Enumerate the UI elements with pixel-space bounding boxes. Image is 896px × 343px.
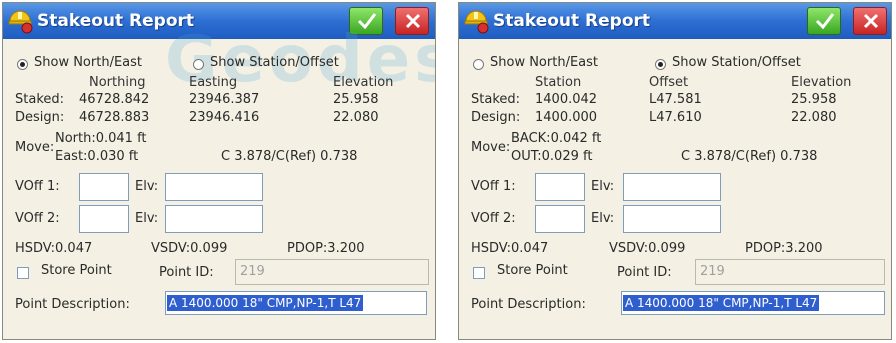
design-value-1: 46728.883 <box>79 110 150 125</box>
app-logo-icon <box>8 10 33 34</box>
elv2-input[interactable] <box>623 205 721 233</box>
move-line-2: OUT:0.029 ft <box>511 149 593 164</box>
c-ref-value: C 3.878/C(Ref) 0.738 <box>681 149 818 164</box>
design-value-3: 22.080 <box>791 110 837 125</box>
store-point-label: Store Point <box>497 263 568 278</box>
point-id-label: Point ID: <box>617 265 672 280</box>
store-point-label: Store Point <box>41 263 112 278</box>
radio-show-station-offset[interactable] <box>193 59 204 70</box>
store-point-checkbox[interactable] <box>17 267 29 279</box>
point-id-label: Point ID: <box>159 265 214 280</box>
staked-value-3: 25.958 <box>333 92 379 107</box>
radio-label-station-offset: Show Station/Offset <box>672 55 801 70</box>
column-header-2: Offset <box>649 75 689 90</box>
point-id-field[interactable]: 219 <box>235 259 429 285</box>
point-id-value: 219 <box>700 264 725 279</box>
voff1-input[interactable] <box>535 173 585 201</box>
point-description-selected-text: A 1400.000 18" CMP,NP-1,T L47 <box>167 295 364 311</box>
column-header-3: Elevation <box>791 75 852 90</box>
stakeout-report-window-north-east: Stakeout Report Geodesical Show North/Ea… <box>2 2 436 340</box>
staked-value-1: 1400.042 <box>535 92 598 107</box>
elv1-label: Elv: <box>591 179 615 194</box>
pdop-value: PDOP:3.200 <box>287 241 365 256</box>
ok-button[interactable] <box>807 7 841 35</box>
point-description-label: Point Description: <box>471 297 586 312</box>
voff2-input[interactable] <box>535 205 585 233</box>
elv1-label: Elv: <box>135 179 159 194</box>
radio-label-north-east: Show North/East <box>34 55 142 70</box>
c-ref-value: C 3.878/C(Ref) 0.738 <box>221 149 358 164</box>
close-icon <box>863 13 879 29</box>
move-label: Move: <box>471 140 511 155</box>
staked-value-3: 25.958 <box>791 92 837 107</box>
hsdv-value: HSDV:0.047 <box>471 241 549 256</box>
move-line-1: BACK:0.042 ft <box>511 131 602 146</box>
staked-label: Staked: <box>15 92 65 107</box>
voff2-label: VOff 2: <box>15 211 60 226</box>
staked-value-1: 46728.842 <box>79 92 150 107</box>
column-header-3: Elevation <box>333 75 394 90</box>
radio-label-station-offset: Show Station/Offset <box>210 55 339 70</box>
store-point-checkbox[interactable] <box>473 267 485 279</box>
design-value-2: 23946.416 <box>189 110 260 125</box>
staked-value-2: L47.581 <box>649 92 702 107</box>
radio-show-north-east[interactable] <box>17 59 28 70</box>
voff1-label: VOff 1: <box>471 179 516 194</box>
voff1-label: VOff 1: <box>15 179 60 194</box>
stakeout-report-window-station-offset: Stakeout Report Show North/East Show Sta… <box>458 2 892 340</box>
title-bar: Stakeout Report <box>459 3 891 39</box>
move-line-1: North:0.041 ft <box>55 131 147 146</box>
voff2-label: VOff 2: <box>471 211 516 226</box>
voff2-input[interactable] <box>79 205 129 233</box>
point-description-label: Point Description: <box>15 297 130 312</box>
window-title: Stakeout Report <box>493 11 651 31</box>
hsdv-value: HSDV:0.047 <box>15 241 93 256</box>
radio-show-north-east[interactable] <box>473 59 484 70</box>
voff1-input[interactable] <box>79 173 129 201</box>
design-value-3: 22.080 <box>333 110 379 125</box>
elv1-input[interactable] <box>165 173 263 201</box>
close-button[interactable] <box>853 7 887 35</box>
design-value-1: 1400.000 <box>535 110 598 125</box>
app-logo-icon <box>464 10 489 34</box>
point-description-selected-text: A 1400.000 18" CMP,NP-1,T L47 <box>623 295 820 311</box>
staked-label: Staked: <box>471 92 521 107</box>
vsdv-value: VSDV:0.099 <box>609 241 686 256</box>
column-header-2: Easting <box>189 75 238 90</box>
radio-show-station-offset[interactable] <box>655 59 666 70</box>
point-id-value: 219 <box>240 264 265 279</box>
elv2-label: Elv: <box>135 211 159 226</box>
point-description-input[interactable]: A 1400.000 18" CMP,NP-1,T L47 <box>621 291 885 315</box>
staked-value-2: 23946.387 <box>189 92 260 107</box>
checkmark-icon <box>815 13 835 30</box>
point-description-input[interactable]: A 1400.000 18" CMP,NP-1,T L47 <box>165 291 427 315</box>
design-label: Design: <box>471 110 521 125</box>
elv2-label: Elv: <box>591 211 615 226</box>
design-value-2: L47.610 <box>649 110 702 125</box>
column-header-1: Northing <box>89 75 146 90</box>
move-label: Move: <box>15 140 55 155</box>
elv2-input[interactable] <box>165 205 263 233</box>
move-line-2: East:0.030 ft <box>55 149 139 164</box>
elv1-input[interactable] <box>623 173 721 201</box>
design-label: Design: <box>15 110 65 125</box>
point-id-field[interactable]: 219 <box>695 259 885 285</box>
column-header-1: Station <box>535 75 582 90</box>
pdop-value: PDOP:3.200 <box>745 241 823 256</box>
radio-label-north-east: Show North/East <box>490 55 598 70</box>
vsdv-value: VSDV:0.099 <box>151 241 228 256</box>
